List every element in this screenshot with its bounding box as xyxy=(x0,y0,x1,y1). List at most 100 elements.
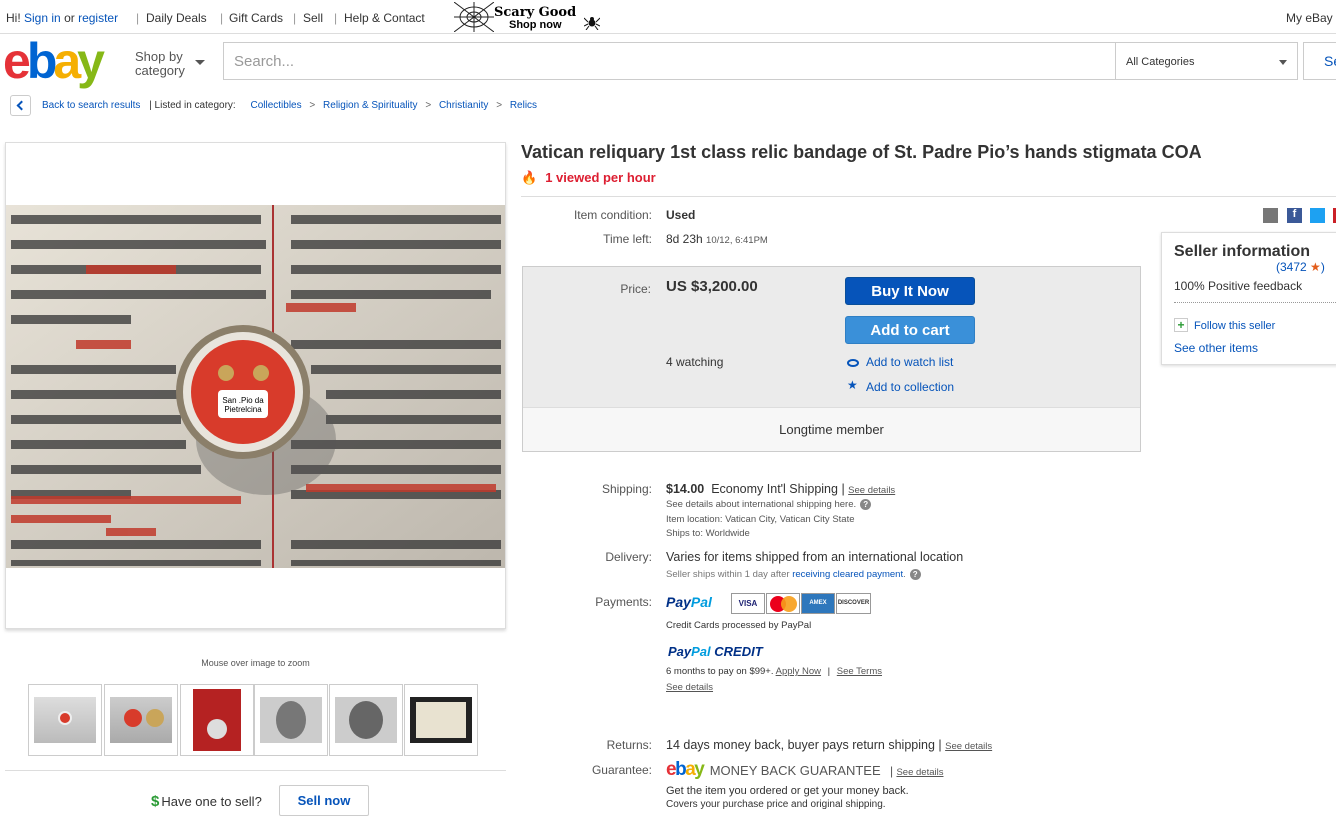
thumbnail-6[interactable] xyxy=(404,684,478,756)
thumbnail-1[interactable] xyxy=(28,684,102,756)
guarantee-line-2: Covers your purchase price and original … xyxy=(666,799,886,810)
shipping-line: $14.00 Economy Int'l Shipping | See deta… xyxy=(666,482,896,496)
help-contact-link[interactable]: Help & Contact xyxy=(344,11,425,25)
help-icon[interactable]: ? xyxy=(860,499,872,510)
reliquary-image xyxy=(6,205,505,568)
delivery-text: Varies for items shipped from an interna… xyxy=(666,550,964,564)
star-icon: ★ xyxy=(1310,260,1321,274)
zoom-hint: Mouse over image to zoom xyxy=(201,658,310,668)
sell-link[interactable]: Sell xyxy=(303,11,323,25)
search-input[interactable] xyxy=(223,42,1116,80)
buy-it-now-button[interactable]: Buy It Now xyxy=(845,277,975,305)
condition-value: Used xyxy=(666,208,696,222)
condition-label: Item condition: xyxy=(573,208,652,222)
guarantee-label: Guarantee: xyxy=(591,763,652,777)
halloween-promo-banner[interactable]: Scary Good Shop now xyxy=(454,2,600,33)
breadcrumb-item-religion[interactable]: Religion & Spirituality xyxy=(323,100,418,111)
paypal-logo: PayPal xyxy=(666,594,712,610)
daily-deals-link[interactable]: Daily Deals xyxy=(146,11,207,25)
payments-label: Payments: xyxy=(595,595,652,609)
payments-see-details-link[interactable]: See details xyxy=(666,682,713,693)
add-to-cart-button[interactable]: Add to cart xyxy=(845,316,975,344)
twitter-icon[interactable] xyxy=(1310,208,1325,223)
seller-info-panel: Seller information (3472 ★) 100% Positiv… xyxy=(1161,232,1336,365)
thumbnail-2[interactable] xyxy=(104,684,178,756)
eye-icon xyxy=(847,359,859,367)
discover-card-icon: DISCOVER xyxy=(836,593,871,614)
intl-shipping-note: See details about international shipping… xyxy=(666,499,872,510)
guarantee-line-1: Get the item you ordered or get your mon… xyxy=(666,785,909,797)
positive-feedback: 100% Positive feedback xyxy=(1174,279,1303,293)
main-image-panel[interactable]: San .Pio da Pietrelcina xyxy=(5,142,506,629)
global-header: Hi! Sign in or register | Daily Deals | … xyxy=(0,0,1336,34)
breadcrumb-item-collectibles[interactable]: Collectibles xyxy=(250,100,301,111)
ebay-mbg-logo: ebay xyxy=(666,759,705,780)
shipping-see-details-link[interactable]: See details xyxy=(848,485,895,496)
feedback-score[interactable]: (3472 ★) xyxy=(1276,260,1325,274)
dollar-icon: $ xyxy=(151,793,160,810)
divider: | xyxy=(136,11,140,25)
breadcrumb-item-relics[interactable]: Relics xyxy=(510,100,537,111)
amex-card-icon: AMEX xyxy=(801,593,835,614)
gift-cards-link[interactable]: Gift Cards xyxy=(229,11,283,25)
my-ebay-link[interactable]: My eBay xyxy=(1286,11,1333,25)
ebay-logo[interactable]: ebay xyxy=(3,36,105,86)
chevron-down-icon xyxy=(195,60,205,65)
see-terms-link[interactable]: See Terms xyxy=(837,666,882,677)
email-icon[interactable] xyxy=(1263,208,1278,223)
sell-now-button[interactable]: Sell now xyxy=(279,785,369,816)
shipping-label: Shipping: xyxy=(601,482,652,496)
views-indicator: 🔥 1 viewed per hour xyxy=(521,170,656,185)
delivery-label: Delivery: xyxy=(605,550,652,564)
plus-icon: + xyxy=(1174,318,1188,332)
apply-now-link[interactable]: Apply Now xyxy=(776,666,821,677)
money-back-guarantee: ebay MONEY BACK GUARANTEE | See details xyxy=(666,759,944,780)
breadcrumb-item-christianity[interactable]: Christianity xyxy=(439,100,488,111)
follow-seller-link[interactable]: + Follow this seller xyxy=(1174,318,1275,332)
thumbnail-4[interactable] xyxy=(254,684,328,756)
divider: | xyxy=(220,11,224,25)
divider xyxy=(521,196,1336,197)
paypal-credit-logo: PayPal CREDIT xyxy=(668,644,763,659)
price-label: Price: xyxy=(620,282,651,296)
back-button[interactable] xyxy=(10,95,31,116)
search-button[interactable]: Se xyxy=(1303,42,1336,80)
time-left-label: Time left: xyxy=(603,232,652,246)
handling-note: Seller ships within 1 day after receivin… xyxy=(666,569,921,580)
register-link[interactable]: register xyxy=(78,11,118,25)
returns-label: Returns: xyxy=(606,738,652,752)
sign-in-link[interactable]: Sign in xyxy=(24,11,61,25)
longtime-member-badge: Longtime member xyxy=(523,407,1140,451)
thumbnail-3[interactable] xyxy=(180,684,254,756)
item-title: Vatican reliquary 1st class relic bandag… xyxy=(521,142,1202,162)
price-box: Price: US $3,200.00 Buy It Now Add to ca… xyxy=(522,266,1141,452)
mastercard-icon: MC xyxy=(766,593,800,614)
returns-see-details-link[interactable]: See details xyxy=(945,741,992,752)
category-select[interactable]: All Categories xyxy=(1115,42,1298,80)
product-photo[interactable]: San .Pio da Pietrelcina xyxy=(6,205,505,568)
help-icon[interactable]: ? xyxy=(909,569,921,580)
visa-card-icon: VISA xyxy=(731,593,765,614)
divider xyxy=(1174,302,1336,303)
cc-note: Credit Cards processed by PayPal xyxy=(666,620,812,631)
shop-by-category-button[interactable]: Shop by category xyxy=(135,50,205,78)
cleared-payment-link[interactable]: receiving cleared payment xyxy=(792,569,903,580)
thumbnail-5[interactable] xyxy=(329,684,403,756)
divider: | xyxy=(293,11,297,25)
sell-prompt: $ Have one to sell? Sell now xyxy=(5,770,506,816)
shipping-cost: $14.00 xyxy=(666,482,705,496)
promo-cta: Shop now xyxy=(509,19,562,31)
back-to-results-link[interactable]: Back to search results xyxy=(42,100,140,111)
time-left-value: 8d 23h 10/12, 6:41PM xyxy=(666,232,768,246)
see-other-items-link[interactable]: See other items xyxy=(1174,341,1258,355)
facebook-icon[interactable]: f xyxy=(1287,208,1302,223)
ships-to: Ships to: Worldwide xyxy=(666,528,750,539)
spider-icon xyxy=(584,17,600,30)
divider: | xyxy=(334,11,338,25)
add-to-collection-link[interactable]: Add to collection xyxy=(866,380,954,394)
promo-title: Scary Good xyxy=(494,5,577,20)
add-to-watch-list-link[interactable]: Add to watch list xyxy=(866,355,953,369)
guarantee-see-details-link[interactable]: See details xyxy=(896,767,943,778)
returns-text: 14 days money back, buyer pays return sh… xyxy=(666,738,993,752)
relic-label: San .Pio da Pietrelcina xyxy=(222,396,264,414)
